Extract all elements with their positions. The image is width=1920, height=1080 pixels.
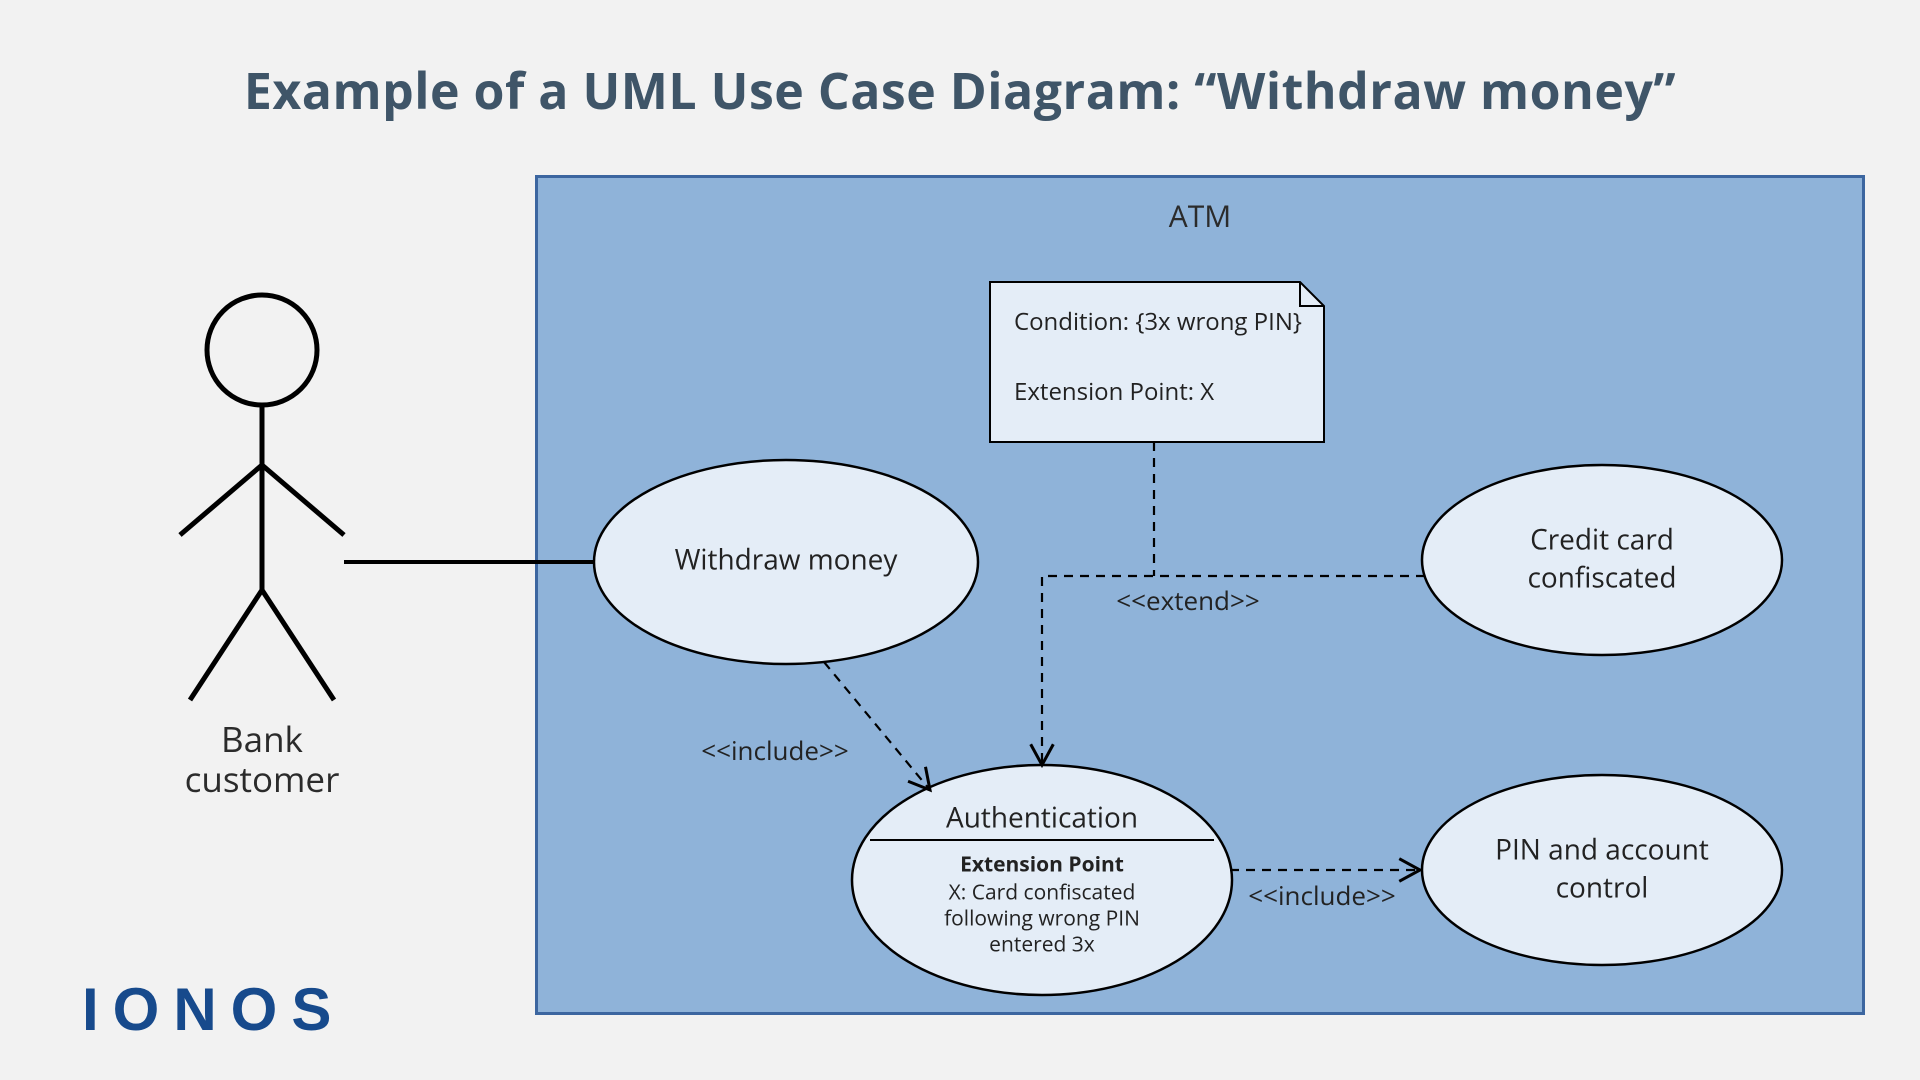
usecase-confiscated: Credit card confiscated (1422, 465, 1782, 655)
usecase-withdraw-label: Withdraw money (675, 540, 899, 578)
usecase-auth-ext-heading: Extension Point (960, 851, 1124, 879)
usecase-authentication: Authentication Extension Point X: Card c… (852, 765, 1232, 995)
rel-include-withdraw-auth (824, 662, 930, 790)
usecase-pincontrol-line2: control (1556, 868, 1649, 906)
rel-include1-label: <<include>> (701, 732, 848, 768)
diagram-canvas: Example of a UML Use Case Diagram: “With… (0, 0, 1920, 1080)
usecase-confiscated-line2: confiscated (1527, 558, 1676, 596)
rel-extend-label: <<extend>> (1116, 582, 1259, 618)
extension-note: Condition: {3x wrong PIN} Extension Poin… (990, 282, 1324, 442)
usecase-auth-ext-line2: following wrong PIN (944, 905, 1140, 933)
usecase-confiscated-line1: Credit card (1530, 520, 1674, 558)
rel-include2-label: <<include>> (1248, 877, 1395, 913)
usecase-auth-ext-line1: X: Card confiscated (949, 879, 1136, 907)
usecase-auth-ext-line3: entered 3x (989, 931, 1095, 959)
note-line1: Condition: {3x wrong PIN} (1014, 305, 1302, 338)
usecase-pincontrol: PIN and account control (1422, 775, 1782, 965)
usecase-auth-label: Authentication (946, 798, 1138, 836)
note-line2: Extension Point: X (1014, 375, 1214, 408)
brand-logo: IONOS (82, 975, 345, 1044)
usecase-withdraw: Withdraw money (594, 460, 978, 664)
usecase-pincontrol-line1: PIN and account (1495, 830, 1709, 868)
